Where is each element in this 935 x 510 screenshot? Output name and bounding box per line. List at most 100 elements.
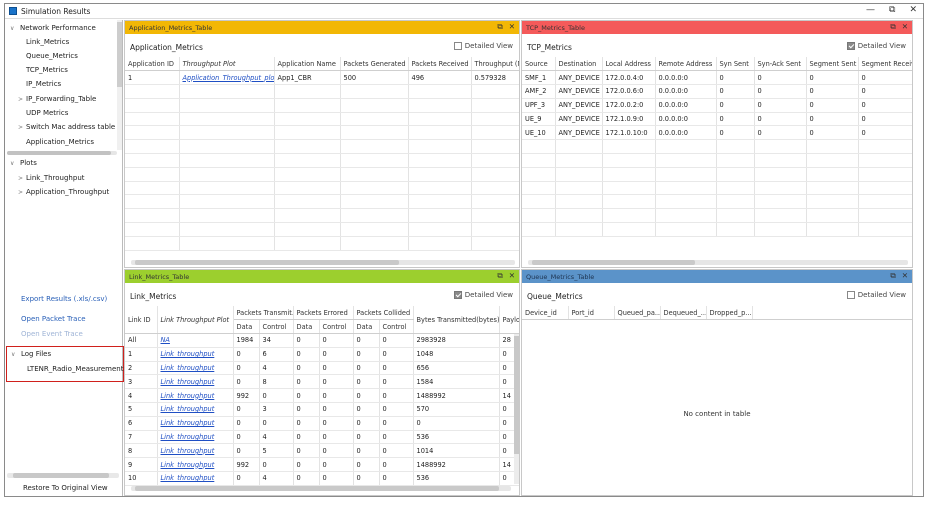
table-row[interactable]: AMF_2 ANY_DEVICE 172.0.0.6:0 0.0.0.0:0 0 0 0 0 (522, 84, 912, 99)
sub-header[interactable]: Control (319, 319, 354, 335)
tree-plots[interactable]: ∨ Plots (10, 159, 37, 167)
column-header[interactable]: Queued_pa... (614, 306, 661, 321)
sub-header[interactable]: Data (293, 319, 320, 335)
sub-header[interactable]: Control (259, 319, 294, 335)
link-throughput-plot-link[interactable]: Link_throughput (161, 350, 215, 358)
scroll-thumb[interactable] (13, 473, 109, 478)
tree-network-performance[interactable]: ∨ Network Performance (10, 24, 96, 32)
link-throughput-plot-link[interactable]: Link_throughput (161, 405, 215, 413)
chevron-right-icon[interactable]: > (18, 96, 26, 103)
restore-button[interactable]: ⧉ (889, 5, 895, 15)
tree-link-throughput[interactable]: > Link_Throughput (18, 174, 85, 182)
column-header[interactable]: Application ID (125, 57, 180, 72)
link-throughput-plot-link[interactable]: Link_throughput (161, 433, 215, 441)
table-row[interactable]: 1 Application_Throughput_plot App1_CBR 5… (125, 70, 519, 86)
detailed-view-toggle[interactable]: Detailed View (453, 291, 513, 299)
column-header[interactable]: Dropped_p... (706, 306, 753, 321)
link-throughput-plot-link[interactable]: Link_throughput (161, 378, 215, 386)
column-header[interactable]: Link ID (125, 306, 158, 335)
column-header[interactable]: Local Address (602, 57, 656, 72)
link-throughput-plot-link[interactable]: Link_throughput (161, 364, 215, 372)
scroll-thumb[interactable] (514, 336, 519, 454)
checkbox[interactable] (453, 42, 462, 50)
close-icon[interactable]: ✕ (902, 271, 908, 281)
table-row[interactable]: 3 Link_throughput 0 8 0 0 0 0 1584 0 (125, 374, 519, 390)
group-header[interactable]: Packets Transmit... (233, 306, 294, 321)
table-row[interactable]: UE_9 ANY_DEVICE 172.1.0.9:0 0.0.0.0:0 0 0 0 0 (522, 112, 912, 127)
tree-ip-metrics[interactable]: IP_Metrics (26, 80, 61, 88)
table-row[interactable]: 10 Link_throughput 0 4 0 0 0 0 536 0 (125, 471, 519, 486)
column-header[interactable]: Application Name (274, 57, 341, 72)
table-row[interactable]: 5 Link_throughput 0 3 0 0 0 0 570 0 (125, 402, 519, 417)
chevron-right-icon[interactable]: > (18, 189, 26, 196)
table-row[interactable]: UPF_3 ANY_DEVICE 172.0.0.2:0 0.0.0.0:0 0 0 0 0 (522, 98, 912, 113)
checkbox[interactable] (846, 291, 855, 299)
table-row[interactable]: 6 Link_throughput 0 0 0 0 0 0 0 0 (125, 416, 519, 431)
link-throughput-plot-link[interactable]: NA (161, 336, 170, 344)
close-icon[interactable]: ✕ (509, 22, 515, 32)
popout-icon[interactable]: ⧉ (890, 22, 895, 32)
checkbox[interactable] (846, 42, 855, 50)
column-header[interactable]: Dequeued_... (660, 306, 707, 321)
horizontal-scrollbar[interactable] (131, 260, 515, 265)
column-header[interactable]: Remote Address (655, 57, 717, 72)
export-results-link[interactable]: Export Results (.xls/.csv) (21, 295, 107, 303)
tree-ltenr-radio-measurements[interactable]: LTENR_Radio_Measurements (27, 365, 127, 373)
close-icon[interactable]: ✕ (509, 271, 515, 281)
link-throughput-plot-link[interactable]: Link_throughput (161, 392, 215, 400)
column-header[interactable]: Device_id (522, 306, 569, 321)
tree-log-files[interactable]: ∨ Log Files (11, 350, 51, 358)
restore-original-view-button[interactable]: Restore To Original View (23, 484, 108, 492)
group-header[interactable]: Packets Errored (293, 306, 354, 321)
tree-tcp-metrics[interactable]: TCP_Metrics (26, 66, 68, 74)
popout-icon[interactable]: ⧉ (890, 271, 895, 281)
horizontal-scrollbar[interactable] (131, 486, 511, 491)
tree-queue-metrics[interactable]: Queue_Metrics (26, 52, 78, 60)
sidebar-horizontal-scrollbar[interactable] (7, 473, 119, 478)
table-row[interactable]: UE_10 ANY_DEVICE 172.1.0.10:0 0.0.0.0:0 0 0 0 0 (522, 125, 912, 141)
column-header[interactable]: Destination (555, 57, 603, 72)
table-row[interactable]: 8 Link_throughput 0 5 0 0 0 0 1014 0 (125, 443, 519, 459)
vertical-scrollbar[interactable] (514, 334, 519, 484)
column-header[interactable]: Paylo (499, 306, 519, 335)
minimize-button[interactable]: — (866, 5, 875, 15)
table-row[interactable]: All NA 1984 34 0 0 0 0 2983928 28 (125, 333, 519, 348)
open-event-trace-link[interactable]: Open Event Trace (21, 330, 83, 338)
column-header[interactable]: Packets Generated (340, 57, 409, 72)
link-throughput-plot-link[interactable]: Link_throughput (161, 447, 215, 455)
chevron-down-icon[interactable]: ∨ (11, 351, 21, 358)
sub-header[interactable]: Data (233, 319, 260, 335)
scroll-thumb[interactable] (7, 151, 111, 155)
tree-horizontal-scrollbar[interactable] (7, 151, 117, 155)
column-header[interactable]: Port_id (568, 306, 615, 321)
column-header[interactable]: Throughput Plot (179, 57, 275, 72)
tree-ip-forwarding-table[interactable]: > IP_Forwarding_Table (18, 95, 96, 103)
scroll-thumb[interactable] (135, 486, 499, 491)
tree-switch-mac-table[interactable]: > Switch Mac address table (18, 123, 115, 131)
link-throughput-plot-link[interactable]: Link_throughput (161, 419, 215, 427)
table-row[interactable]: 7 Link_throughput 0 4 0 0 0 0 536 0 (125, 430, 519, 445)
group-header[interactable]: Packets Collided (353, 306, 414, 321)
column-header[interactable]: Throughput (M (471, 57, 519, 72)
tree-udp-metrics[interactable]: UDP Metrics (26, 109, 68, 117)
tree-vertical-scrollbar[interactable] (117, 20, 122, 150)
column-header[interactable]: Segment Sent (806, 57, 859, 72)
popout-icon[interactable]: ⧉ (497, 271, 502, 281)
close-icon[interactable]: ✕ (902, 22, 908, 32)
sub-header[interactable]: Control (379, 319, 414, 335)
close-button[interactable]: ✕ (909, 5, 917, 15)
column-header[interactable]: Source (522, 57, 556, 72)
table-row[interactable]: 4 Link_throughput 992 0 0 0 0 0 1488992 14 (125, 388, 519, 404)
table-row[interactable]: 9 Link_throughput 992 0 0 0 0 0 1488992 14 (125, 457, 519, 473)
column-header[interactable]: Link Throughput Plot (157, 306, 234, 335)
tree-link-metrics[interactable]: Link_Metrics (26, 38, 69, 46)
chevron-right-icon[interactable]: > (18, 124, 26, 131)
table-row[interactable]: SMF_1 ANY_DEVICE 172.0.0.4:0 0.0.0.0:0 0 0 0 0 (522, 70, 912, 86)
chevron-down-icon[interactable]: ∨ (10, 25, 20, 32)
link-throughput-plot-link[interactable]: Link_throughput (161, 461, 215, 469)
horizontal-scrollbar[interactable] (528, 260, 908, 265)
table-row[interactable]: 1 Link_throughput 0 6 0 0 0 0 1048 0 (125, 347, 519, 362)
chevron-down-icon[interactable]: ∨ (10, 160, 20, 167)
column-header[interactable]: Segment Receive (858, 57, 912, 72)
column-header[interactable]: Packets Received (408, 57, 472, 72)
